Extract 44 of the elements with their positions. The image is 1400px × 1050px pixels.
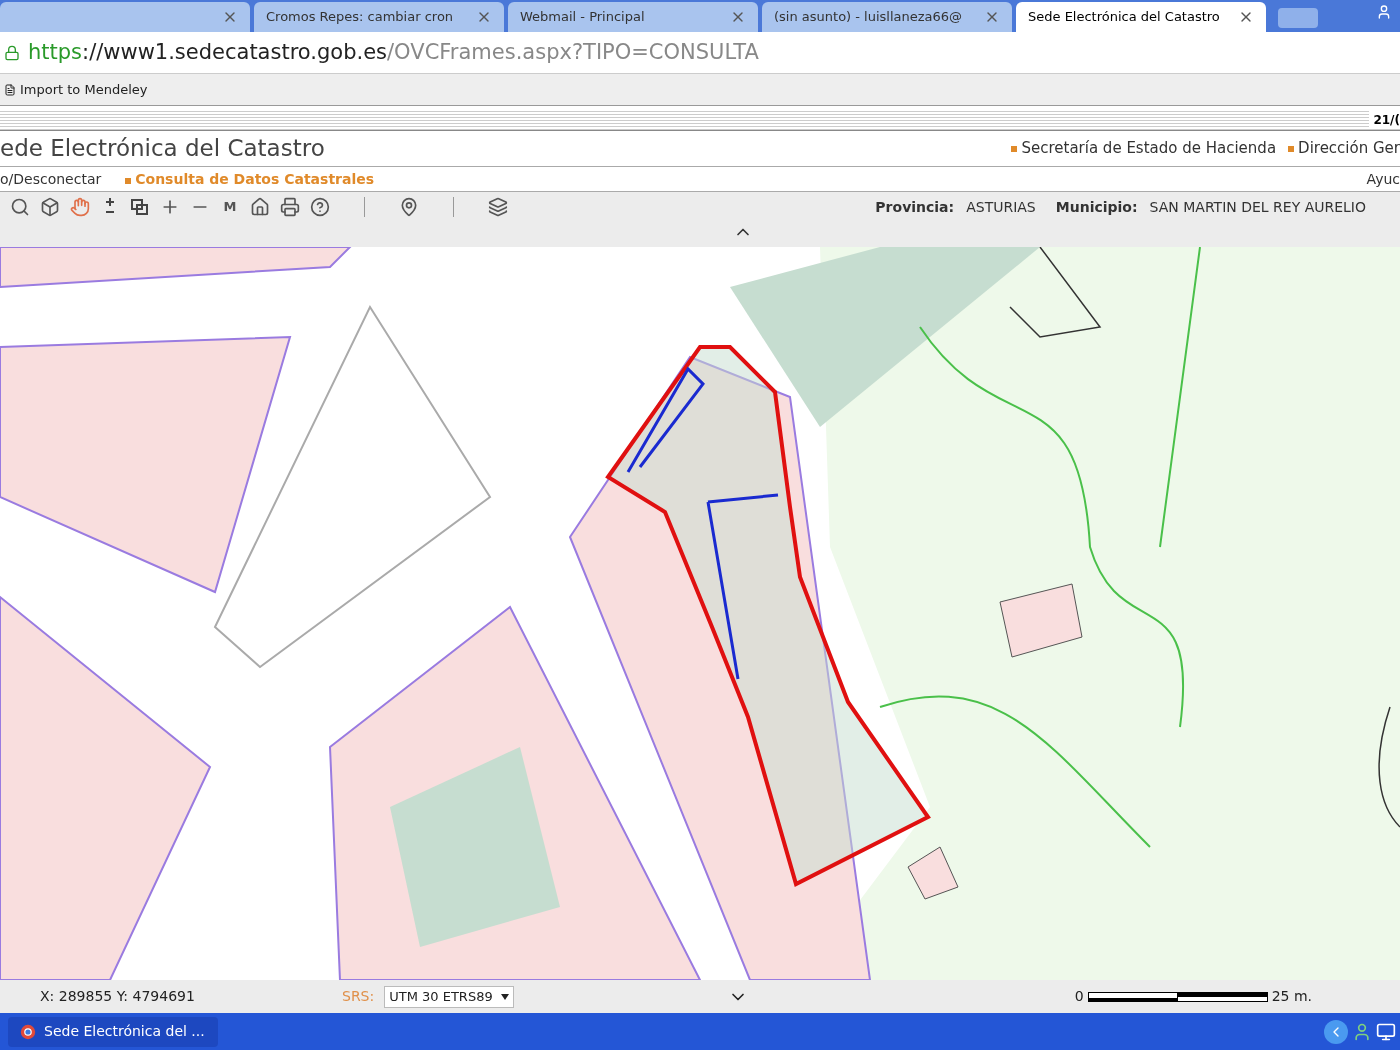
location-value: ASTURIAS — [966, 197, 1036, 217]
lock-icon — [4, 44, 20, 61]
scale-start: 0 — [1074, 987, 1084, 1006]
info-pin-icon[interactable] — [399, 197, 419, 217]
tab-title: Sede Electrónica del Catastro — [1028, 8, 1221, 27]
user-icon[interactable] — [1376, 4, 1392, 20]
search-icon[interactable] — [10, 197, 30, 217]
browser-logo-icon — [20, 1023, 36, 1040]
srs-dropdown[interactable]: UTM 30 ETRS89 — [384, 985, 514, 1008]
cube-icon[interactable] — [40, 197, 60, 217]
dropdown-arrow-icon — [500, 992, 509, 1001]
browser-tab[interactable]: Sede Electrónica del Catastro — [1016, 2, 1266, 32]
bookmark-link[interactable]: Import to Mendeley — [4, 79, 148, 100]
location-value: SAN MARTIN DEL REY AURELIO — [1149, 197, 1366, 217]
browser-tab[interactable]: (sin asunto) - luisllaneza66@ — [762, 2, 1012, 32]
location-label: Provincia: — [875, 197, 955, 217]
logout-link[interactable]: o/Desconectar — [0, 168, 102, 190]
browser-tab[interactable]: Webmail - Principal — [508, 2, 758, 32]
tab-title: Webmail - Principal — [520, 8, 646, 27]
header-link[interactable]: Secretaría de Estado de Hacienda — [1011, 137, 1277, 160]
house-icon[interactable] — [250, 197, 270, 217]
scale-bar-icon — [1087, 991, 1268, 1002]
hand-icon[interactable] — [70, 197, 90, 217]
layers-icon[interactable] — [488, 197, 508, 217]
help-icon[interactable] — [310, 197, 330, 217]
print-icon[interactable] — [280, 197, 300, 217]
tab-title: (sin asunto) - luisllaneza66@ — [774, 8, 964, 27]
date-text: 21/( — [1369, 110, 1400, 129]
url-text: https://www1.sedecatastro.gob.es/OVCFrames.aspx?TIPO=CONSULTA — [28, 38, 759, 66]
location-label: Municipio: — [1055, 197, 1138, 217]
page-icon — [4, 83, 16, 96]
site-title: ede Electrónica del Catastro — [0, 134, 325, 164]
tray-expand-button[interactable] — [1324, 1019, 1348, 1044]
scale-end: 25 m. — [1271, 987, 1312, 1006]
srs-label: SRS: — [342, 987, 375, 1006]
measure-button[interactable]: M — [220, 197, 240, 217]
zoom-box-icon[interactable] — [130, 197, 150, 217]
header-link[interactable]: Dirección Ger — [1288, 137, 1400, 160]
browser-tab[interactable]: Cromos Repes: cambiar cron — [254, 2, 504, 32]
help-link[interactable]: Ayuc — [1366, 168, 1400, 190]
tab-title: Cromos Repes: cambiar cron — [266, 8, 455, 27]
coordinates-text: X: 289855 Y: 4794691 — [40, 987, 196, 1006]
taskbar-window-button[interactable]: Sede Electrónica del ... — [8, 1016, 218, 1047]
monitor-icon[interactable] — [1376, 1021, 1396, 1042]
